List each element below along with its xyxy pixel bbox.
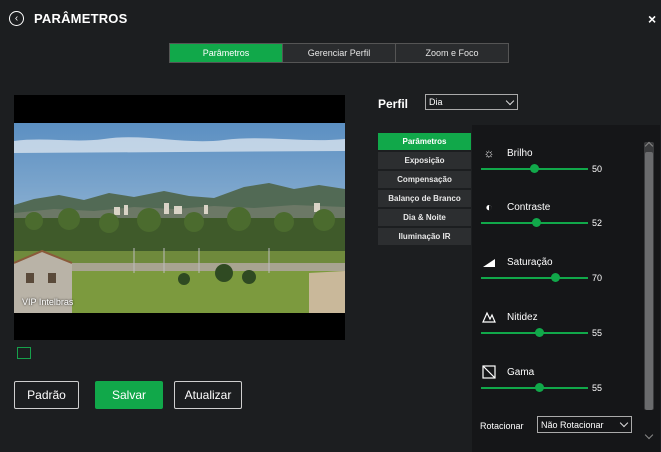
- rotate-selected-value: Não Rotacionar: [541, 419, 604, 430]
- profile-selected-value: Dia: [429, 97, 443, 107]
- slider-handle[interactable]: [550, 273, 560, 282]
- subnav-parametros[interactable]: Parâmetros: [378, 133, 471, 150]
- page-title: PARÂMETROS: [34, 11, 128, 26]
- chevron-down-icon: [619, 418, 629, 428]
- setting-label: Nitidez: [507, 312, 538, 323]
- settings-subnav: Parâmetros Exposição Compensação Balanço…: [378, 133, 471, 247]
- sharpness-icon: [482, 310, 496, 324]
- default-button[interactable]: Padrão: [14, 381, 79, 409]
- subnav-compensacao[interactable]: Compensação: [378, 171, 471, 188]
- setting-value: 50: [592, 164, 603, 174]
- fit-screen-icon[interactable]: [17, 347, 31, 359]
- setting-label: Contraste: [507, 202, 551, 213]
- setting-label: Brilho: [507, 148, 533, 159]
- refresh-button[interactable]: Atualizar: [174, 381, 242, 409]
- settings-panel: ☼ Brilho 50 ◐ Contraste 52 Saturação 70 …: [472, 125, 660, 452]
- setting-value: 55: [592, 328, 603, 338]
- scrollbar-thumb[interactable]: [645, 152, 653, 410]
- slider-handle[interactable]: [529, 164, 539, 173]
- setting-brilho: ☼ Brilho 50: [481, 146, 632, 186]
- video-preview: VIP Intelbras: [14, 95, 345, 340]
- top-tab-bar: Parâmetros Gerenciar Perfil Zoom e Foco: [169, 43, 509, 63]
- profile-select[interactable]: Dia: [425, 94, 518, 110]
- setting-label: Saturação: [507, 257, 553, 268]
- subnav-exposicao[interactable]: Exposição: [378, 152, 471, 169]
- contrast-slider[interactable]: [481, 218, 588, 227]
- setting-value: 55: [592, 383, 603, 393]
- back-button[interactable]: ‹: [9, 11, 24, 26]
- setting-value: 52: [592, 218, 603, 228]
- camera-image: VIP Intelbras: [14, 123, 345, 313]
- slider-handle[interactable]: [534, 383, 544, 392]
- rotate-label: Rotacionar: [480, 421, 524, 431]
- brightness-slider[interactable]: [481, 164, 588, 173]
- rotate-select[interactable]: Não Rotacionar: [537, 416, 632, 433]
- saturation-icon: [482, 255, 496, 269]
- chevron-left-icon: ‹: [14, 12, 19, 24]
- tab-zoom-e-foco[interactable]: Zoom e Foco: [396, 44, 508, 62]
- subnav-balanco-de-branco[interactable]: Balanço de Branco: [378, 190, 471, 207]
- saturation-slider[interactable]: [481, 273, 588, 282]
- brightness-icon: ☼: [483, 146, 495, 160]
- subnav-dia-noite[interactable]: Dia & Noite: [378, 209, 471, 226]
- tab-gerenciar-perfil[interactable]: Gerenciar Perfil: [283, 44, 396, 62]
- setting-value: 70: [592, 273, 603, 283]
- sharpness-slider[interactable]: [481, 328, 588, 337]
- setting-label: Gama: [507, 367, 535, 378]
- chevron-down-icon: [505, 96, 515, 106]
- camera-overlay-text: VIP Intelbras: [22, 297, 74, 307]
- slider-handle[interactable]: [534, 328, 544, 337]
- gamma-icon: [482, 365, 496, 379]
- contrast-icon: ◐: [485, 200, 493, 214]
- close-button[interactable]: ×: [648, 12, 656, 26]
- setting-contraste: ◐ Contraste 52: [481, 200, 632, 240]
- setting-saturacao: Saturação 70: [481, 255, 632, 295]
- tab-parametros[interactable]: Parâmetros: [170, 44, 283, 62]
- setting-nitidez: Nitidez 55: [481, 310, 632, 350]
- setting-gama: Gama 55: [481, 365, 632, 405]
- profile-label: Perfil: [378, 97, 409, 111]
- save-button[interactable]: Salvar: [95, 381, 163, 409]
- gamma-slider[interactable]: [481, 383, 588, 392]
- slider-handle[interactable]: [531, 218, 541, 227]
- subnav-iluminacao-ir[interactable]: Iluminação IR: [378, 228, 471, 245]
